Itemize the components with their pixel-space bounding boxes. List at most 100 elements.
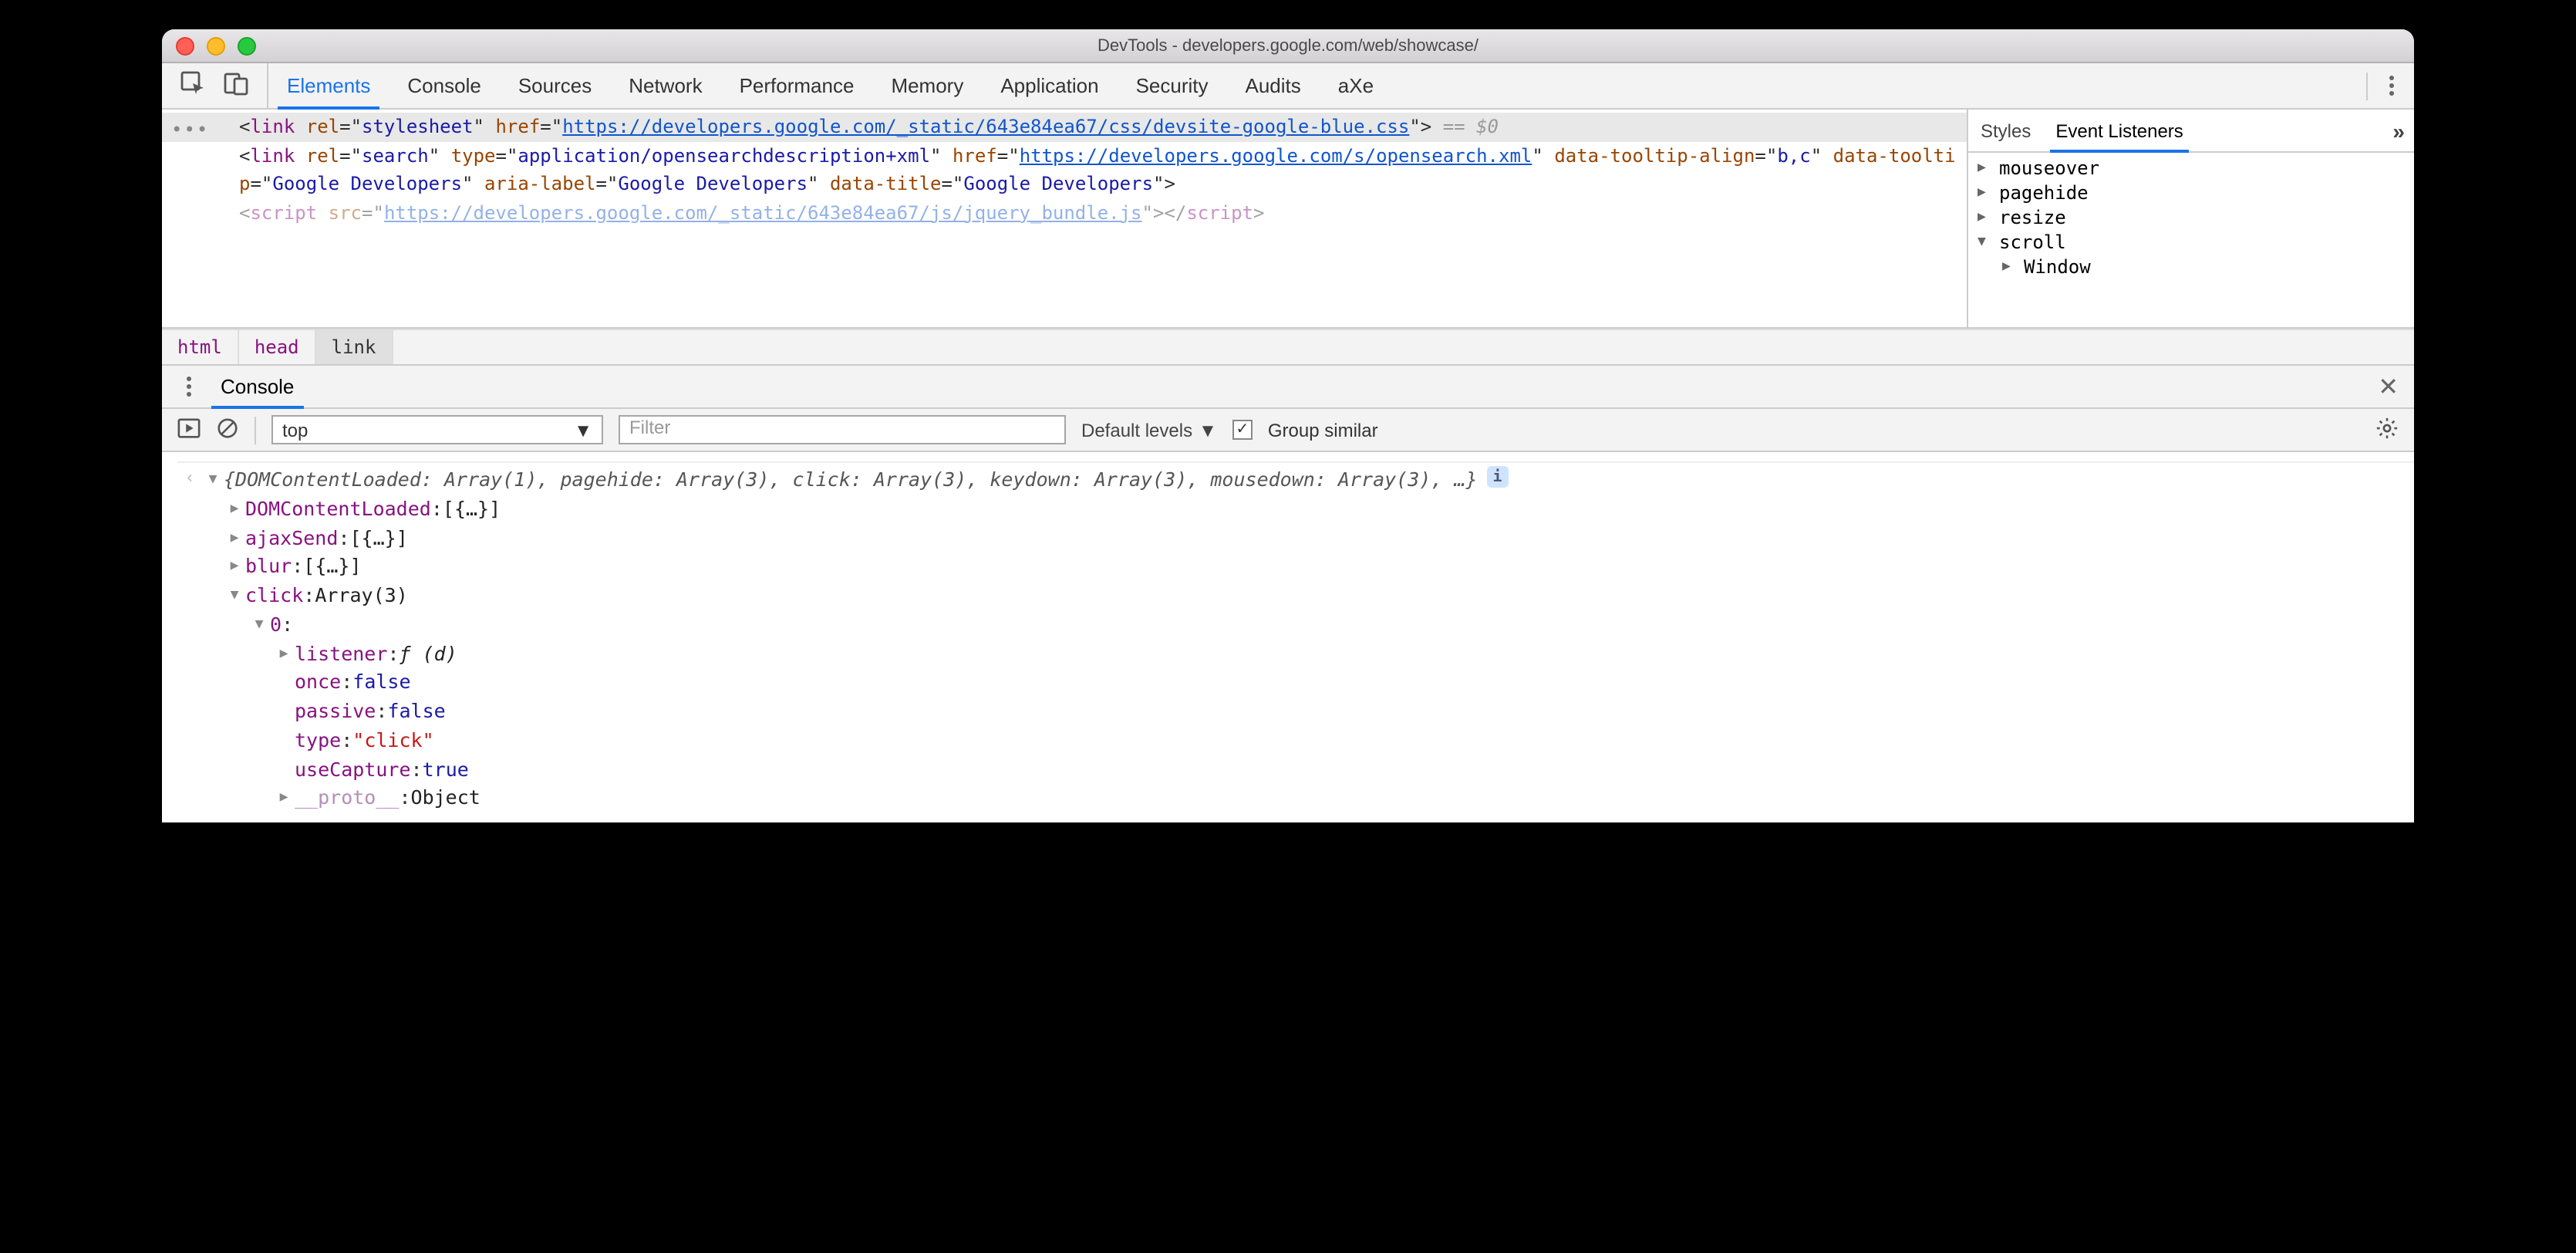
property-value: false	[387, 697, 445, 727]
disclosure-triangle-icon[interactable]: ▼	[1978, 235, 1993, 250]
event-listener-item[interactable]: ▶mouseover	[1968, 156, 2414, 181]
console-object-row[interactable]: useCapture: true	[177, 755, 2414, 785]
context-selector[interactable]: top ▼	[271, 415, 603, 444]
device-toggle-icon[interactable]	[224, 71, 248, 100]
console-drawer-header: Console ✕	[162, 366, 2414, 409]
console-object-row[interactable]: ▶ajaxSend: [{…}]	[177, 524, 2414, 553]
drawer-tab-console[interactable]: Console	[214, 366, 300, 407]
event-listener-item[interactable]: ▶pagehide	[1968, 181, 2414, 205]
property-value: Array(3)	[315, 582, 407, 611]
filter-input[interactable]: Filter	[619, 415, 1066, 444]
disclosure-triangle-icon[interactable]: ▶	[273, 785, 295, 810]
property-value: Object	[411, 785, 480, 814]
console-object-row[interactable]: ▼0:	[177, 611, 2414, 640]
event-listener-item[interactable]: ▼scroll	[1968, 230, 2414, 255]
drawer-menu-icon[interactable]	[174, 372, 202, 401]
tab-console[interactable]: Console	[389, 63, 499, 108]
disclosure-triangle-icon[interactable]: ▶	[1978, 160, 1993, 176]
back-arrow-icon: ‹	[177, 466, 202, 491]
disclosure-triangle-icon[interactable]: ▶	[224, 553, 245, 579]
console-object-row[interactable]: passive: false	[177, 697, 2414, 727]
tab-network[interactable]: Network	[610, 63, 720, 108]
info-badge-icon[interactable]: i	[1487, 466, 1509, 488]
dom-node-partial[interactable]: <script src="https://developers.google.c…	[162, 199, 1967, 228]
breadcrumb-item[interactable]: html	[162, 330, 239, 364]
breadcrumb: html head link	[162, 329, 2414, 366]
dom-node[interactable]: <link rel="search" type="application/ope…	[162, 141, 1967, 198]
console-object-row[interactable]: ▶DOMContentLoaded: [{…}]	[177, 495, 2414, 525]
property-key: ajaxSend	[245, 524, 338, 553]
console-toolbar: top ▼ Filter Default levels ▼ ✓ Group si…	[162, 409, 2414, 452]
main-tabs: Elements Console Sources Network Perform…	[268, 63, 2357, 108]
property-key: __proto__	[295, 785, 399, 814]
dom-tree: ••• <link rel="stylesheet" href="https:/…	[162, 110, 1967, 228]
disclosure-triangle-icon	[273, 727, 295, 731]
minimize-window-button[interactable]	[207, 36, 225, 55]
property-value: [{…}]	[443, 495, 501, 525]
log-levels-selector[interactable]: Default levels ▼	[1081, 419, 1217, 441]
console-object-row[interactable]: ▶blur: [{…}]	[177, 553, 2414, 583]
disclosure-triangle-icon[interactable]: ▶	[2002, 259, 2018, 275]
console-output[interactable]: ‹ ▼ {DOMContentLoaded: Array(1), pagehid…	[162, 452, 2414, 822]
console-object-row[interactable]: type: "click"	[177, 727, 2414, 756]
console-settings-icon[interactable]	[2375, 416, 2399, 444]
tab-sources[interactable]: Sources	[500, 63, 610, 108]
sidebar-tab-event-listeners[interactable]: Event Listeners	[2052, 110, 2186, 151]
clear-console-icon[interactable]	[216, 416, 239, 444]
disclosure-triangle-icon[interactable]: ▶	[224, 524, 245, 549]
console-object-row[interactable]: ▶listener: ƒ (d)	[177, 640, 2414, 669]
property-key: type	[295, 727, 341, 756]
disclosure-triangle-icon	[273, 669, 295, 674]
event-listener-target[interactable]: ▶Window	[1968, 255, 2414, 279]
sidebar-more-icon[interactable]: »	[2392, 118, 2405, 143]
tab-axe[interactable]: aXe	[1320, 63, 1392, 108]
sidebar-tab-styles[interactable]: Styles	[1978, 110, 2034, 151]
disclosure-triangle-icon[interactable]: ▼	[202, 466, 224, 491]
titlebar: DevTools - developers.google.com/web/sho…	[162, 29, 2414, 63]
dropdown-icon: ▼	[574, 419, 592, 441]
tab-audits[interactable]: Audits	[1227, 63, 1320, 108]
group-similar-checkbox[interactable]: ✓	[1232, 420, 1253, 440]
toolbar-right	[2357, 63, 2414, 108]
property-key: blur	[245, 553, 292, 583]
property-key: passive	[295, 697, 376, 727]
tab-application[interactable]: Application	[982, 63, 1117, 108]
console-message[interactable]: ‹ ▼ {DOMContentLoaded: Array(1), pagehid…	[177, 466, 2414, 495]
dom-node-selected[interactable]: ••• <link rel="stylesheet" href="https:/…	[162, 113, 1967, 141]
console-object-row[interactable]: ▶__proto__: Object	[177, 785, 2414, 814]
breadcrumb-item-selected[interactable]: link	[316, 330, 393, 364]
group-similar-label: Group similar	[1268, 419, 1378, 441]
disclosure-triangle-icon[interactable]: ▶	[273, 640, 295, 665]
console-object-row[interactable]: once: false	[177, 669, 2414, 698]
elements-panel[interactable]: ••• <link rel="stylesheet" href="https:/…	[162, 110, 1967, 327]
execute-icon[interactable]	[177, 416, 201, 444]
elements-split: ••• <link rel="stylesheet" href="https:/…	[162, 110, 2414, 329]
expand-ellipsis-icon[interactable]: •••	[171, 116, 209, 144]
breadcrumb-item[interactable]: head	[239, 330, 316, 364]
property-value: ƒ (d)	[400, 640, 457, 669]
disclosure-triangle-icon[interactable]: ▼	[224, 582, 245, 607]
tab-security[interactable]: Security	[1118, 63, 1227, 108]
property-key: listener	[295, 640, 387, 669]
tab-elements[interactable]: Elements	[268, 63, 389, 108]
close-window-button[interactable]	[176, 36, 194, 55]
tab-memory[interactable]: Memory	[872, 63, 982, 108]
property-value: [{…}]	[303, 553, 361, 583]
tab-performance[interactable]: Performance	[721, 63, 873, 108]
disclosure-triangle-icon[interactable]: ▶	[1978, 210, 1993, 225]
console-object-row[interactable]: ▼click: Array(3)	[177, 582, 2414, 611]
inspect-element-icon[interactable]	[180, 71, 205, 100]
disclosure-triangle-icon	[273, 697, 295, 702]
event-listener-item[interactable]: ▶resize	[1968, 205, 2414, 230]
close-drawer-icon[interactable]: ✕	[2378, 371, 2399, 402]
disclosure-triangle-icon[interactable]: ▶	[224, 495, 245, 521]
maximize-window-button[interactable]	[238, 36, 256, 55]
disclosure-triangle-icon[interactable]: ▼	[248, 611, 270, 637]
event-listeners-list: ▶mouseover ▶pagehide ▶resize ▼scroll ▶Wi…	[1968, 153, 2414, 282]
property-key: DOMContentLoaded	[245, 495, 431, 525]
property-key: useCapture	[295, 755, 411, 785]
disclosure-triangle-icon[interactable]: ▶	[1978, 185, 1993, 201]
property-value: [{…}]	[350, 524, 408, 553]
devtools-window: DevTools - developers.google.com/web/sho…	[162, 29, 2414, 822]
more-menu-icon[interactable]	[2377, 71, 2405, 100]
